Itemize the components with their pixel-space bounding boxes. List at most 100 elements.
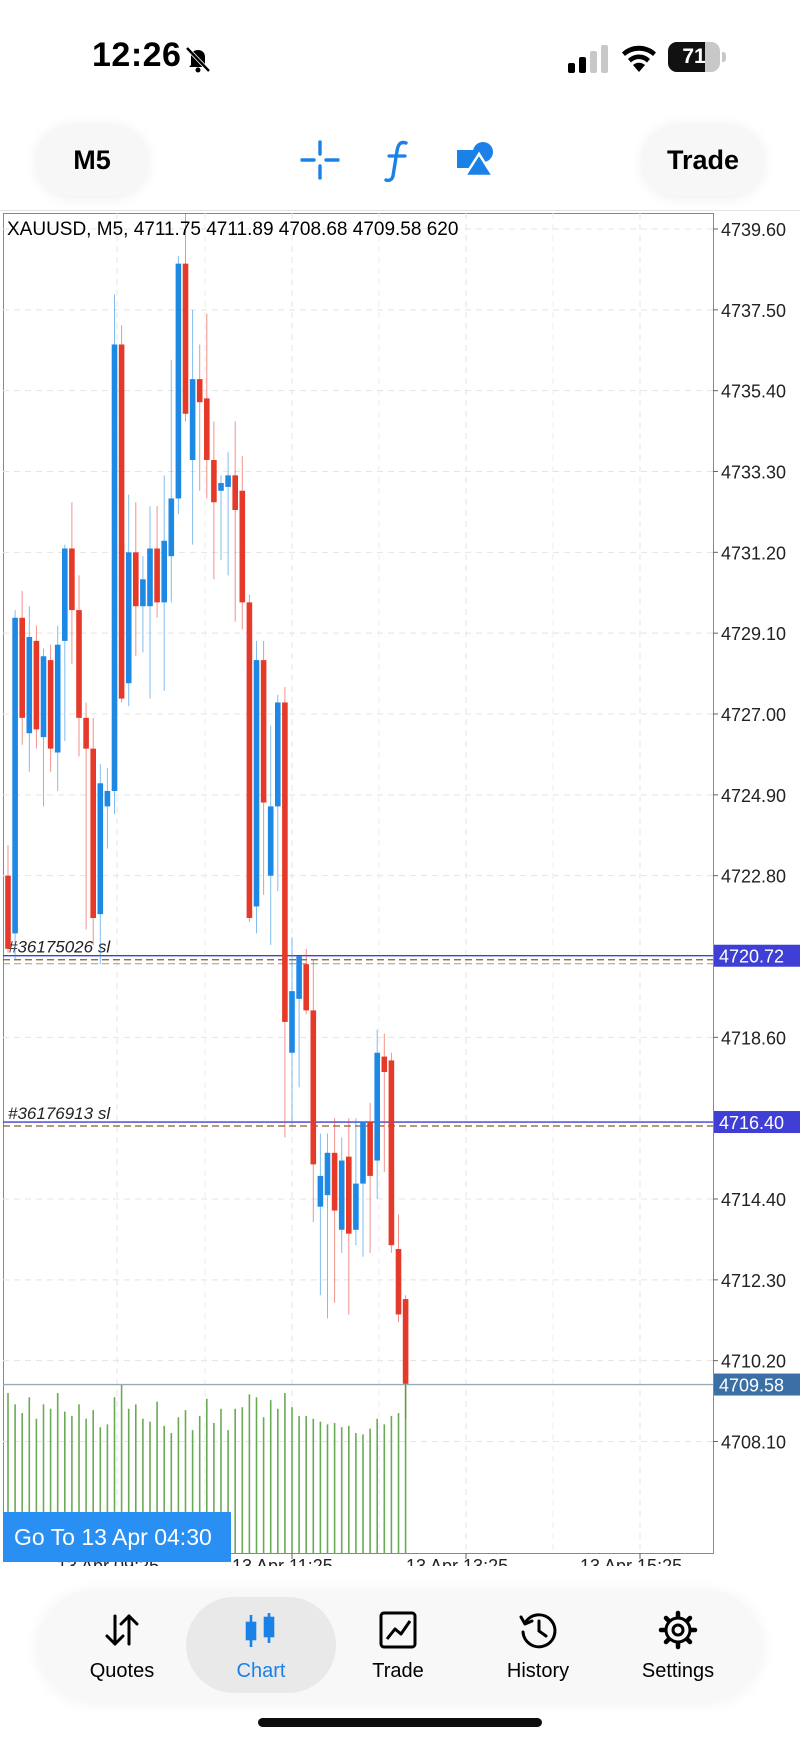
nav-quotes-label: Quotes (89, 1660, 155, 1682)
chart-canvas[interactable]: #36175026 sl #36176913 sl 4739.60 4737.50 47… (3, 213, 800, 1566)
candle-body (76, 610, 82, 718)
bell-muted-icon (185, 46, 211, 73)
candle-body (5, 875, 11, 949)
order-label: #36175026 sl (8, 938, 111, 957)
candle-body (296, 956, 302, 999)
nav-settings-label: Settings (641, 1660, 715, 1682)
wifi-icon (622, 45, 656, 72)
candle-body (69, 548, 75, 611)
quotes-arrows-icon (105, 1614, 139, 1646)
candle-body (310, 1010, 317, 1165)
candle-body (239, 490, 246, 603)
price-axis-label: 4720.72 (719, 947, 784, 967)
price-axis-label: 4722.80 (721, 867, 786, 887)
candle-body (147, 548, 153, 607)
price-axis-label: 4724.90 (721, 786, 786, 806)
candle-body (317, 1175, 324, 1207)
candle-body (196, 379, 203, 403)
candle-body (90, 748, 96, 919)
nav-trade[interactable]: Trade (328, 1590, 468, 1700)
candle-body (232, 475, 238, 510)
order-label: #36176913 sl (8, 1104, 111, 1123)
battery-icon: 71 (668, 42, 728, 74)
price-axis-label: 4733.30 (721, 463, 786, 483)
candle-body (189, 379, 196, 460)
price-axis-label: 4735.40 (721, 382, 786, 402)
candle-body (395, 1249, 402, 1315)
candle-body (218, 483, 224, 491)
candle-body (175, 263, 182, 499)
price-axis-label: 4727.00 (721, 705, 786, 725)
candle-body (267, 806, 274, 876)
candle-body (111, 344, 118, 791)
nav-quotes[interactable]: Quotes (52, 1590, 192, 1700)
nav-chart-label: Chart (236, 1660, 286, 1682)
home-indicator (258, 1718, 542, 1727)
candle-body (62, 548, 68, 641)
candle-body (275, 702, 281, 807)
price-axis-label: 4714.40 (721, 1190, 786, 1210)
candle-body (104, 790, 111, 807)
candle-body (374, 1052, 380, 1161)
candle-body (204, 398, 210, 460)
candle-body (353, 1183, 359, 1230)
time-axis-label: 13 Apr 15:25 (580, 1556, 682, 1566)
nav-trade-label: Trade (372, 1660, 424, 1682)
time-axis-label: 13 Apr 13:25 (406, 1556, 508, 1566)
time-axis-label: 13 Apr 11:25 (232, 1556, 333, 1566)
chart-frame (3, 213, 714, 1554)
candle-body (125, 552, 132, 684)
candle-body (331, 1152, 338, 1211)
candle-body (388, 1060, 395, 1246)
chart-toolbar: M5 Trade (0, 110, 800, 211)
objects-icon[interactable] (454, 136, 498, 184)
candle-body (346, 1156, 352, 1234)
crosshair-icon[interactable] (298, 136, 342, 184)
price-axis-label: 4710.20 (721, 1352, 786, 1372)
history-clock-icon (519, 1613, 557, 1649)
candle-body (40, 656, 47, 738)
candle-body (54, 644, 61, 753)
candle-body (26, 637, 33, 734)
candle-body (12, 617, 18, 934)
candle-body (260, 660, 267, 803)
candle-body (282, 702, 288, 1022)
candle-body (253, 660, 260, 907)
candle-body (19, 617, 25, 718)
price-axis-label: 4739.60 (721, 220, 786, 240)
candle-body (168, 498, 175, 557)
price-chart[interactable]: #36175026 sl #36176913 sl 4739.60 4737.50 47… (3, 213, 800, 1566)
status-bar: 12:26 71 (0, 0, 800, 110)
candle-body (246, 602, 253, 919)
timeframe-button[interactable]: M5 (36, 124, 148, 196)
candle-body (211, 459, 217, 503)
candle-body (324, 1152, 331, 1196)
nav-settings[interactable]: Settings (608, 1590, 748, 1700)
candle-body (402, 1299, 409, 1384)
candle-body (33, 640, 40, 730)
status-time: 12:26 (92, 36, 182, 74)
trade-button[interactable]: Trade (642, 124, 764, 196)
candle-body (133, 552, 139, 607)
nav-history[interactable]: History (468, 1590, 608, 1700)
candle-body (225, 475, 231, 487)
nav-chart[interactable]: Chart (186, 1597, 336, 1693)
candle-body (289, 991, 295, 1053)
candle-body (47, 660, 54, 749)
cellular-signal-icon (568, 45, 608, 73)
price-axis-label: 4709.58 (719, 1376, 784, 1396)
price-axis-label: 4712.30 (721, 1271, 786, 1291)
indicators-icon[interactable] (376, 136, 420, 184)
candle-body (303, 964, 309, 1011)
candle-body (360, 1122, 366, 1184)
trade-chart-icon (379, 1611, 417, 1649)
candle-body (182, 263, 189, 414)
price-axis-label: 4737.50 (721, 301, 786, 321)
goto-date-button[interactable]: Go To 13 Apr 04:30 (3, 1512, 231, 1562)
price-axis-label: 4718.60 (721, 1028, 786, 1048)
candle-body (140, 579, 146, 607)
battery-percent: 71 (682, 45, 706, 68)
candle-body (381, 1056, 388, 1072)
candle-body (97, 783, 104, 915)
price-axis-label: 4708.10 (721, 1433, 786, 1453)
